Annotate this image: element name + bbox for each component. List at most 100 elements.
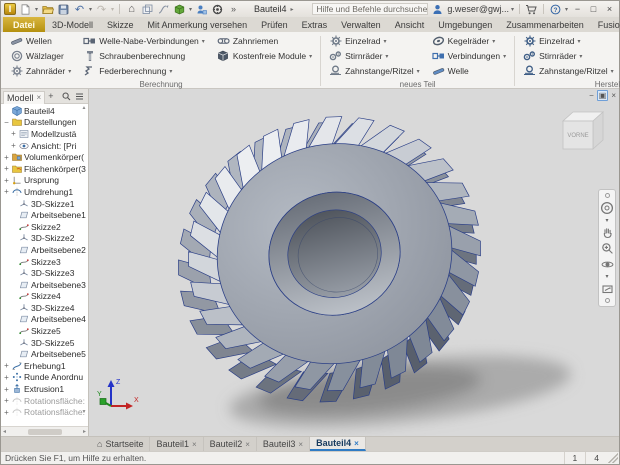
- ribbon-button-w-lzlager[interactable]: Wälzlager: [8, 49, 73, 63]
- chevron-down-icon[interactable]: ▾: [579, 53, 582, 60]
- chevron-down-icon[interactable]: ▾: [605, 217, 608, 224]
- 3d-viewport-canvas[interactable]: [89, 89, 619, 436]
- tab-close-icon[interactable]: ×: [245, 440, 250, 449]
- menu-tab-ansicht[interactable]: Ansicht: [388, 17, 432, 32]
- tree-expander-icon[interactable]: +: [10, 129, 17, 138]
- viewcube[interactable]: VORNE: [553, 106, 607, 158]
- tree-expander-icon[interactable]: −: [3, 118, 10, 127]
- ribbon-button-stirnr-der[interactable]: Stirnräder▾: [327, 49, 422, 63]
- minimize-icon[interactable]: −: [571, 3, 584, 15]
- tree-item-ansicht-pri[interactable]: +Ansicht: [Pri: [1, 140, 88, 152]
- ribbon-button-kostenfreie-module[interactable]: Kostenfreie Module▾: [215, 49, 314, 63]
- tab-close-icon[interactable]: ×: [354, 439, 359, 448]
- document-tab-bauteil3[interactable]: Bauteil3×: [257, 437, 310, 451]
- help-icon[interactable]: ?: [549, 3, 562, 16]
- redo-dropdown-icon[interactable]: ▾: [111, 6, 114, 13]
- undo-dropdown-icon[interactable]: ▾: [89, 6, 92, 13]
- undo-icon[interactable]: ↶: [73, 3, 86, 16]
- tree-item-arbeitsebene5[interactable]: Arbeitsebene5: [1, 348, 88, 360]
- tree-item-arbeitsebene1[interactable]: Arbeitsebene1: [1, 209, 88, 221]
- chevron-down-icon[interactable]: ▾: [611, 68, 614, 75]
- material-dropdown-icon[interactable]: ▾: [189, 6, 192, 13]
- ribbon-button-welle[interactable]: Welle: [430, 64, 508, 78]
- close-icon[interactable]: ×: [603, 3, 616, 15]
- ribbon-button-zahnstange-ritzel[interactable]: Zahnstange/Ritzel▾: [521, 64, 616, 78]
- ribbon-button-einzelrad[interactable]: Einzelrad▾: [521, 34, 616, 48]
- sweep-icon[interactable]: [157, 3, 170, 16]
- scrollbar-thumb[interactable]: [28, 429, 62, 435]
- settings-wheel-icon[interactable]: [211, 3, 224, 16]
- search-input[interactable]: Hilfe und Befehle durchsuchen...: [312, 3, 428, 15]
- look-at-icon[interactable]: [599, 281, 615, 296]
- tree-expander-icon[interactable]: +: [3, 408, 10, 417]
- tree-item-runde-anordnu[interactable]: +Runde Anordnu: [1, 372, 88, 384]
- new-dropdown-icon[interactable]: ▾: [35, 6, 38, 13]
- tree-item-bauteil4[interactable]: Bauteil4: [1, 105, 88, 117]
- orbit-icon[interactable]: [599, 257, 615, 272]
- menu-tab-extras[interactable]: Extras: [295, 17, 335, 32]
- tree-expander-icon[interactable]: +: [3, 187, 10, 196]
- ribbon-button-welle-nabe-verbindungen[interactable]: Welle-Nabe-Verbindungen▾: [81, 34, 207, 48]
- redo-icon[interactable]: ↷: [95, 3, 108, 16]
- material-box-icon[interactable]: [173, 3, 186, 16]
- chevron-down-icon[interactable]: ▾: [578, 38, 581, 45]
- tree-item-arbeitsebene2[interactable]: Arbeitsebene2: [1, 244, 88, 256]
- browser-add-tab-icon[interactable]: +: [48, 91, 53, 101]
- ribbon-button-wellen[interactable]: Wellen: [8, 34, 73, 48]
- resize-grip[interactable]: [608, 453, 618, 463]
- menu-tab-3d-modell[interactable]: 3D-Modell: [45, 17, 100, 32]
- ribbon-button-einzelrad[interactable]: Einzelrad▾: [327, 34, 422, 48]
- menu-tab-pr-fen[interactable]: Prüfen: [254, 17, 295, 32]
- account-menu[interactable]: g.weser@gwj... ▾: [447, 4, 514, 14]
- tree-item-arbeitsebene3[interactable]: Arbeitsebene3: [1, 279, 88, 291]
- ribbon-button-kegelr-der[interactable]: Kegelräder▾: [430, 34, 508, 48]
- navbar-customize-bottom-icon[interactable]: [605, 298, 610, 303]
- chevron-down-icon[interactable]: ▾: [202, 38, 205, 45]
- layers-icon[interactable]: [141, 3, 154, 16]
- tree-expander-icon[interactable]: +: [3, 373, 10, 382]
- chevron-down-icon[interactable]: ▾: [503, 53, 506, 60]
- tree-item-rotationsfl-che[interactable]: +Rotationsfläche:: [1, 395, 88, 407]
- doc-close-icon[interactable]: ×: [611, 91, 616, 100]
- navbar-customize-top-icon[interactable]: [605, 193, 610, 198]
- tree-item-3d-skizze2[interactable]: 3D-Skizze2: [1, 233, 88, 245]
- tree-item-3d-skizze4[interactable]: 3D-Skizze4: [1, 302, 88, 314]
- user-box-icon[interactable]: [195, 3, 208, 16]
- doc-minimize-icon[interactable]: −: [589, 91, 594, 100]
- browser-tab-close-icon[interactable]: ×: [37, 93, 42, 102]
- browser-tab-modell[interactable]: Modell ×: [3, 91, 45, 104]
- new-document-icon[interactable]: [19, 3, 32, 16]
- tree-expander-icon[interactable]: +: [3, 396, 10, 405]
- tree-expander-icon[interactable]: +: [3, 361, 10, 370]
- doc-restore-icon[interactable]: ▣: [597, 90, 609, 101]
- ribbon-button-zahnriemen[interactable]: Zahnriemen: [215, 34, 314, 48]
- chevron-down-icon[interactable]: ▾: [169, 68, 172, 75]
- title-flyout-icon[interactable]: ▸: [291, 6, 294, 13]
- tree-item-3d-skizze3[interactable]: 3D-Skizze3: [1, 267, 88, 279]
- chevron-down-icon[interactable]: ▾: [417, 68, 420, 75]
- document-tab-bauteil2[interactable]: Bauteil2×: [204, 437, 257, 451]
- tree-expander-icon[interactable]: +: [3, 385, 10, 394]
- ribbon-button-federberechnung[interactable]: Federberechnung▾: [81, 64, 207, 78]
- ribbon-button-zahnstange-ritzel[interactable]: Zahnstange/Ritzel▾: [327, 64, 422, 78]
- home-icon[interactable]: ⌂: [125, 3, 138, 16]
- menu-tab-fusion[interactable]: Fusion: [591, 17, 620, 32]
- inventor-logo-icon[interactable]: I: [4, 3, 16, 15]
- tree-item-erhebung1[interactable]: +Erhebung1: [1, 360, 88, 372]
- menu-tab-skizze[interactable]: Skizze: [100, 17, 141, 32]
- tree-item-ursprung[interactable]: +Ursprung: [1, 175, 88, 187]
- zoom-icon[interactable]: [599, 241, 615, 256]
- menu-tab-umgebungen[interactable]: Umgebungen: [431, 17, 499, 32]
- maximize-icon[interactable]: □: [587, 3, 600, 15]
- chevron-down-icon[interactable]: ▾: [385, 53, 388, 60]
- viewcube-front-label[interactable]: VORNE: [567, 133, 588, 139]
- tree-item-darstellungen[interactable]: −Darstellungen: [1, 117, 88, 129]
- menu-tab-zusammenarbeiten[interactable]: Zusammenarbeiten: [499, 17, 591, 32]
- pan-icon[interactable]: [599, 225, 615, 240]
- chevron-down-icon[interactable]: ▾: [309, 53, 312, 60]
- scroll-right-icon[interactable]: ▸: [83, 428, 86, 435]
- ribbon-button-verbindungen[interactable]: Verbindungen▾: [430, 49, 508, 63]
- tree-expander-icon[interactable]: +: [3, 164, 10, 173]
- scroll-left-icon[interactable]: ◂: [3, 428, 6, 435]
- document-tab-startseite[interactable]: ⌂Startseite: [91, 437, 150, 451]
